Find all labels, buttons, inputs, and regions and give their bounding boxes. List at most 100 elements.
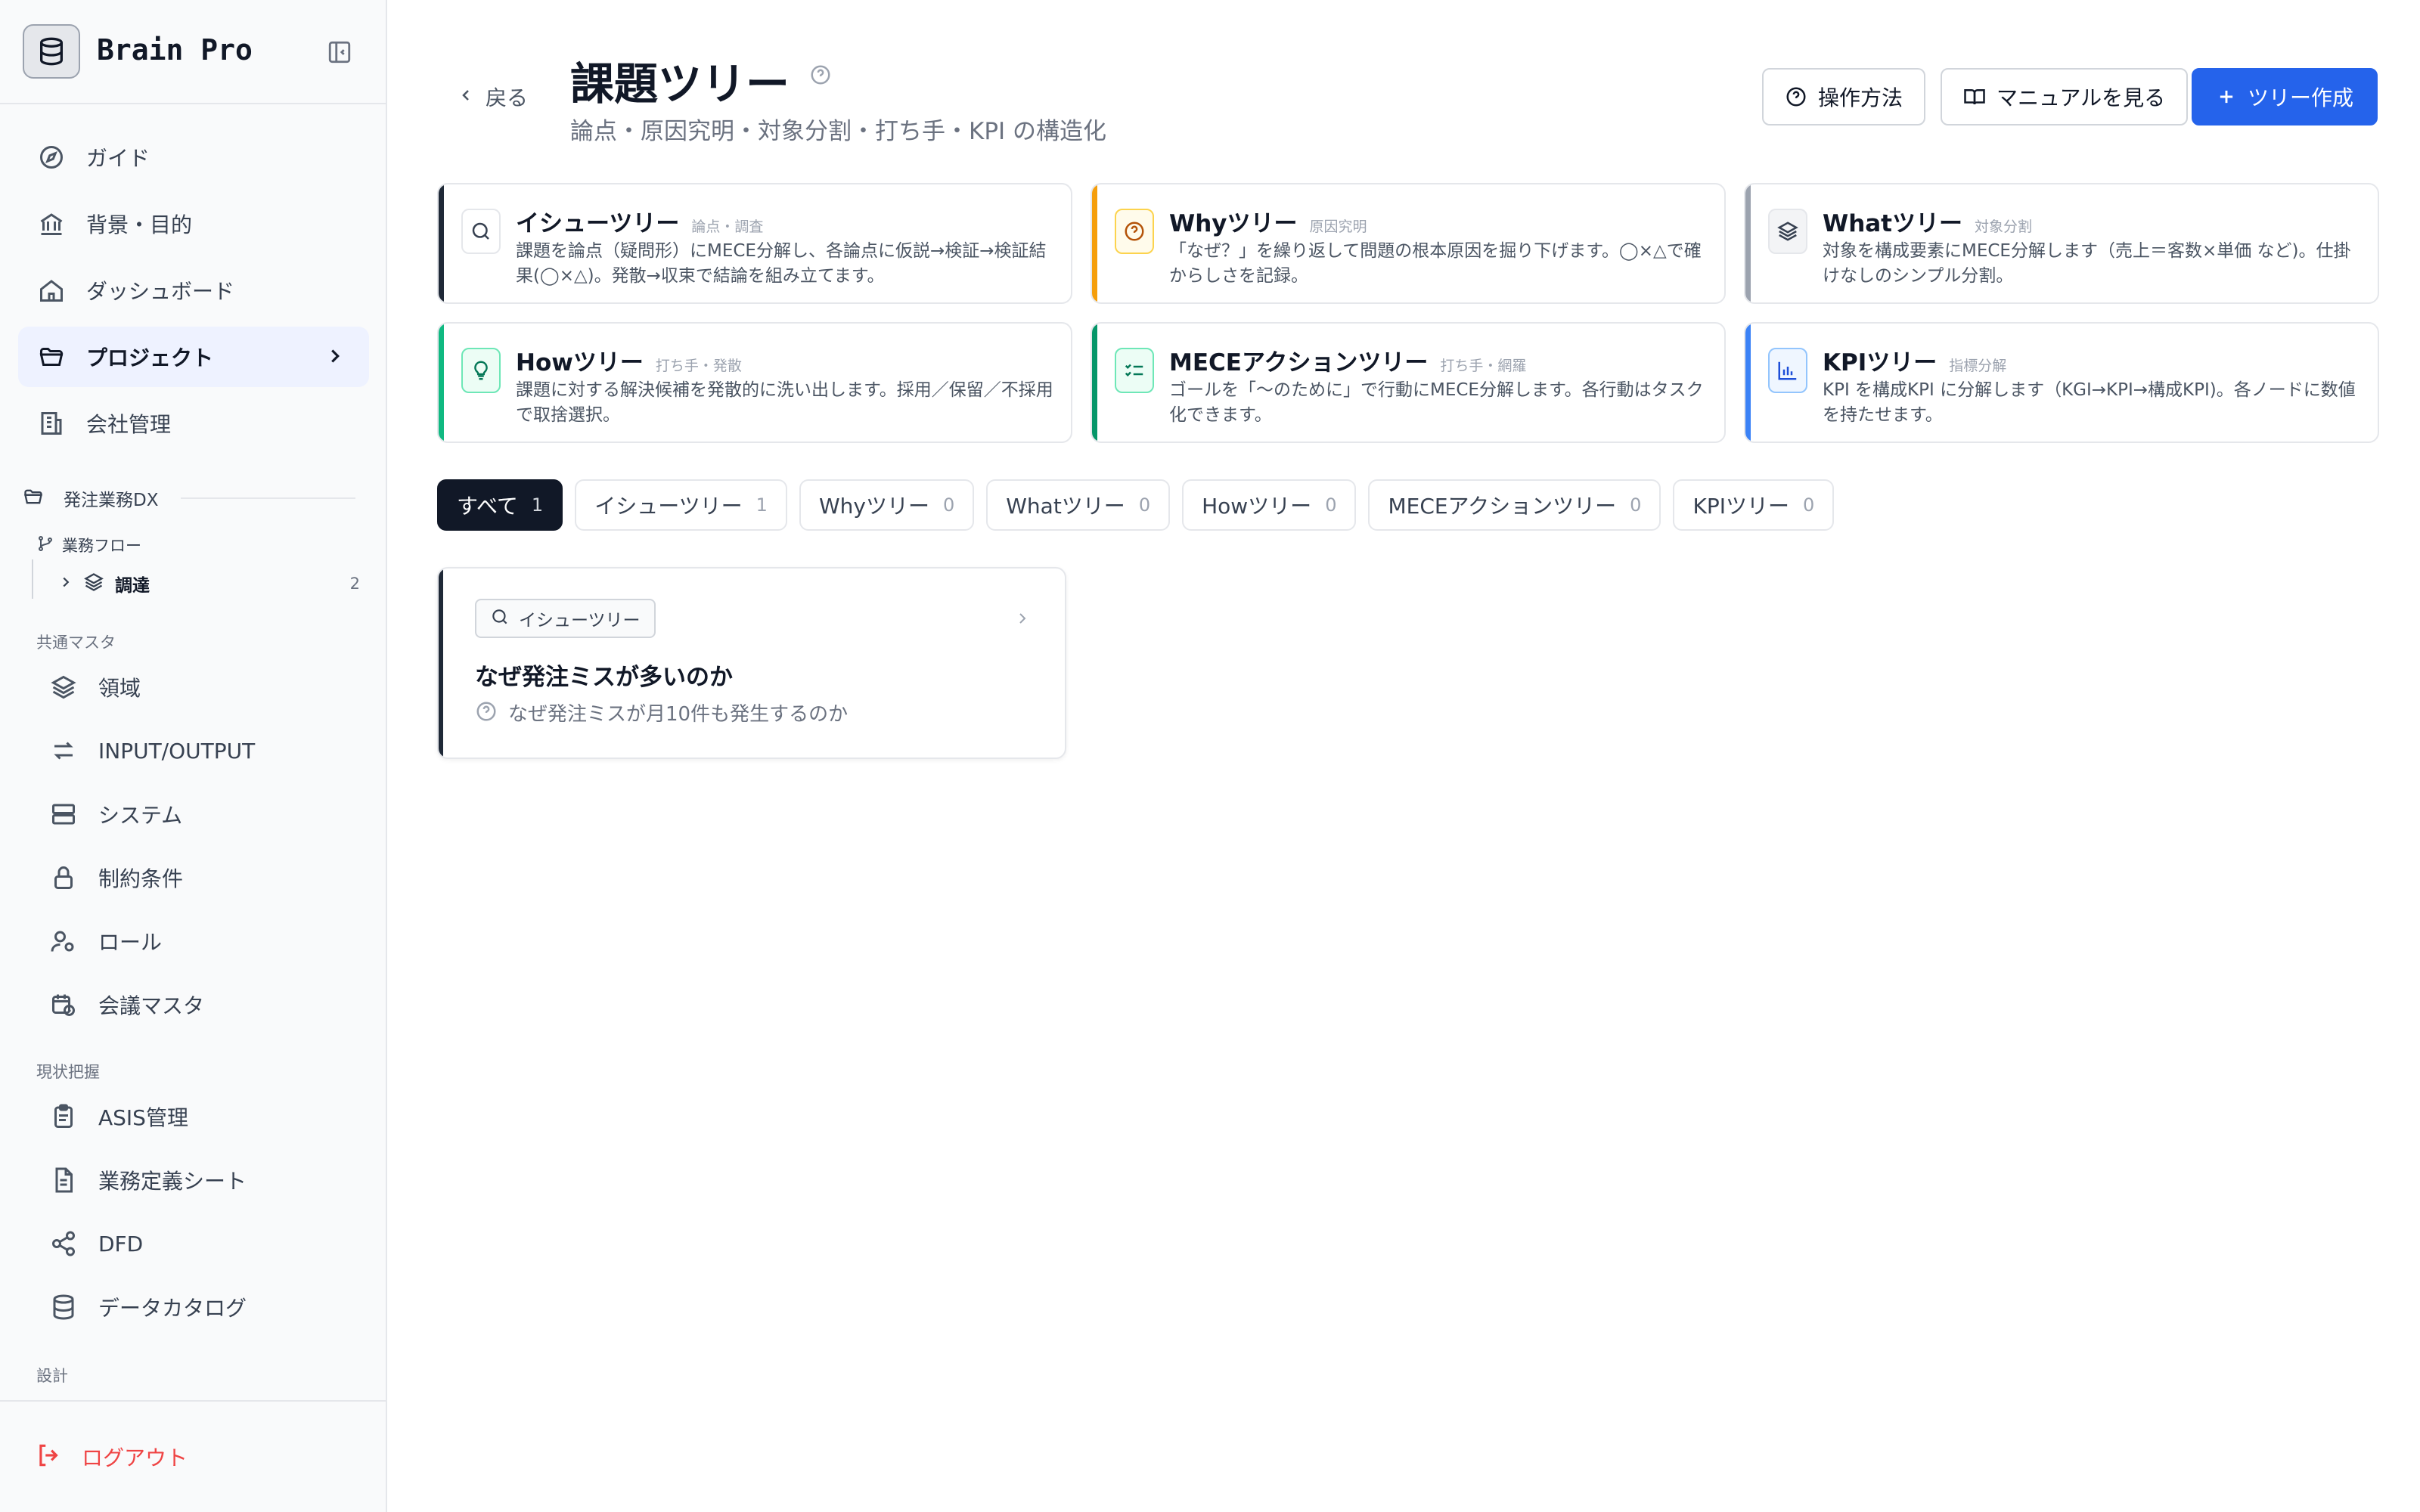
nav-label: DFD: [98, 1231, 144, 1256]
chevron-right-icon[interactable]: [57, 574, 74, 593]
nav-dfd[interactable]: DFD: [36, 1217, 369, 1270]
nav-label: 背景・目的: [86, 212, 193, 237]
nav-input-output[interactable]: INPUT/OUTPUT: [36, 724, 369, 777]
share-icon: [48, 1228, 79, 1259]
nav-meeting-master[interactable]: 会議マスタ: [36, 978, 369, 1031]
folder-open-icon: [36, 342, 67, 372]
back-button[interactable]: 戻る: [457, 82, 528, 112]
nav-business-definition[interactable]: 業務定義シート: [36, 1154, 369, 1207]
nav-company[interactable]: 会社管理: [18, 393, 369, 454]
type-card-issue[interactable]: イシューツリー 論点・調査 課題を論点（疑問形）にMECE分解し、各論点に仮説→検…: [437, 183, 1072, 304]
tab-count: 0: [1138, 494, 1151, 516]
type-card-how[interactable]: Howツリー 打ち手・発散 課題に対する解決候補を発散的に洗い出します。採用／保留…: [437, 322, 1072, 443]
question-circle-icon: [1115, 209, 1154, 254]
flow-item-count: 2: [349, 575, 360, 593]
manual-button[interactable]: マニュアルを見る: [1941, 68, 2189, 125]
flow-item-procurement[interactable]: 調達 2: [57, 570, 360, 597]
help-circle-icon[interactable]: [809, 64, 832, 89]
nav-label: システム: [98, 803, 183, 828]
layers-icon: [83, 572, 104, 596]
nav-label: 会議マスタ: [98, 993, 205, 1018]
search-icon: [490, 607, 510, 630]
plus-icon: [2216, 86, 2237, 107]
bank-icon: [36, 209, 67, 239]
question-text: なぜ発注ミスが月10件も発生するのか: [508, 703, 849, 726]
compass-icon: [36, 142, 67, 172]
tab-issue-tree[interactable]: イシューツリー 1: [575, 479, 787, 531]
help-circle-icon: [475, 700, 498, 726]
type-card-what[interactable]: Whatツリー 対象分割 対象を構成要素にMECE分解します（売上＝客数×単価 な…: [1744, 183, 2379, 304]
accent-bar: [1745, 324, 1751, 442]
type-card-mece-action[interactable]: MECEアクションツリー 打ち手・網羅 ゴールを「〜のために」で行動にMECE分解…: [1091, 322, 1726, 443]
page-title: 課題ツリー: [570, 58, 790, 110]
tab-mece-action-tree[interactable]: MECEアクションツリー 0: [1368, 479, 1661, 531]
accent-bar: [439, 184, 444, 302]
nav-dashboard[interactable]: ダッシュボード: [18, 260, 369, 321]
accent-bar: [1092, 324, 1097, 442]
nav-domain[interactable]: 領域: [36, 661, 369, 714]
clipboard-icon: [48, 1101, 79, 1132]
git-branch-icon: [36, 534, 54, 556]
nav-role[interactable]: ロール: [36, 915, 369, 968]
tab-count: 0: [1325, 494, 1337, 516]
type-card-why[interactable]: Whyツリー 原因究明 「なぜ？」を繰り返して問題の根本原因を掘り下げます。◯×△…: [1091, 183, 1726, 304]
project-section[interactable]: 発注業務DX: [23, 487, 355, 510]
logout-area: ログアウト: [0, 1400, 386, 1512]
type-tag: 原因究明: [1309, 218, 1367, 235]
tab-why-tree[interactable]: Whyツリー 0: [799, 479, 975, 531]
type-tag: 指標分解: [1949, 358, 2007, 374]
type-name: KPIツリー 指標分解: [1823, 349, 2007, 376]
tab-count: 0: [1630, 494, 1642, 516]
nav-background[interactable]: 背景・目的: [18, 194, 369, 254]
layers-icon: [48, 672, 79, 702]
tab-how-tree[interactable]: Howツリー 0: [1182, 479, 1357, 531]
nav-label: ASIS管理: [98, 1105, 188, 1130]
nav-label: データカタログ: [98, 1296, 247, 1321]
home-icon: [36, 275, 67, 305]
howto-button[interactable]: 操作方法: [1762, 68, 1926, 125]
tree-title: なぜ発注ミスが多いのか: [475, 664, 733, 691]
nav-constraints[interactable]: 制約条件: [36, 851, 369, 904]
tree-card[interactable]: イシューツリー なぜ発注ミスが多いのか なぜ発注ミスが月10件も発生するのか: [437, 567, 1066, 759]
type-description: 「なぜ？」を繰り返して問題の根本原因を掘り下げます。◯×△で確からしさを記録。: [1169, 241, 1702, 286]
type-card-kpi[interactable]: KPIツリー 指標分解 KPI を構成KPI に分解します（KGI→KPI→構成K…: [1744, 322, 2379, 443]
type-description: 課題を論点（疑問形）にMECE分解し、各論点に仮説→検証→検証結果(◯×△)。発…: [516, 241, 1047, 286]
tab-kpi-tree[interactable]: KPIツリー 0: [1673, 479, 1835, 531]
chevron-left-icon: [457, 86, 475, 107]
nav-label: ロール: [98, 930, 163, 955]
nav-label: プロジェクト: [86, 345, 214, 370]
accent-bar: [1745, 184, 1751, 302]
logout-button[interactable]: ログアウト: [35, 1441, 188, 1473]
lightbulb-icon: [461, 348, 501, 393]
tree-rail: [32, 559, 33, 599]
calendar-clock-icon: [48, 990, 79, 1020]
manual-label: マニュアルを見る: [1996, 85, 2166, 110]
help-circle-icon: [1785, 85, 1807, 108]
nav-system[interactable]: システム: [36, 788, 369, 841]
nav-asis[interactable]: ASIS管理: [36, 1090, 369, 1143]
flow-title: 業務フロー: [62, 537, 141, 555]
file-sheet-icon: [48, 1165, 79, 1195]
bar-chart-icon: [1768, 348, 1807, 393]
nav-guide[interactable]: ガイド: [18, 127, 369, 187]
sidebar-collapse-icon[interactable]: [327, 39, 352, 65]
tree-type-badge: イシューツリー: [475, 599, 656, 638]
nav-label: 会社管理: [86, 412, 172, 437]
accent-bar: [439, 324, 444, 442]
logout-label: ログアウト: [82, 1445, 188, 1470]
tab-count: 1: [755, 494, 768, 516]
nav-data-catalog[interactable]: データカタログ: [36, 1281, 369, 1334]
type-tag: 論点・調査: [691, 218, 764, 235]
tab-what-tree[interactable]: Whatツリー 0: [986, 479, 1171, 531]
tab-all[interactable]: すべて 1: [437, 479, 563, 531]
create-label: ツリー作成: [2248, 85, 2354, 110]
create-tree-button[interactable]: ツリー作成: [2192, 68, 2378, 125]
sidebar: Brain Pro ガイド 背景・目的 ダッシュボード プロジェクト 会社管理 …: [0, 0, 387, 1512]
nav-project[interactable]: プロジェクト: [18, 327, 369, 387]
tab-count: 0: [942, 494, 955, 516]
business-flow-header: 業務フロー: [36, 534, 141, 556]
database-logo-icon: [23, 24, 80, 79]
brand-header: Brain Pro: [0, 0, 386, 104]
page-subtitle: 論点・原因究明・対象分割・打ち手・KPI の構造化: [570, 118, 1107, 145]
tab-count: 1: [531, 494, 544, 516]
